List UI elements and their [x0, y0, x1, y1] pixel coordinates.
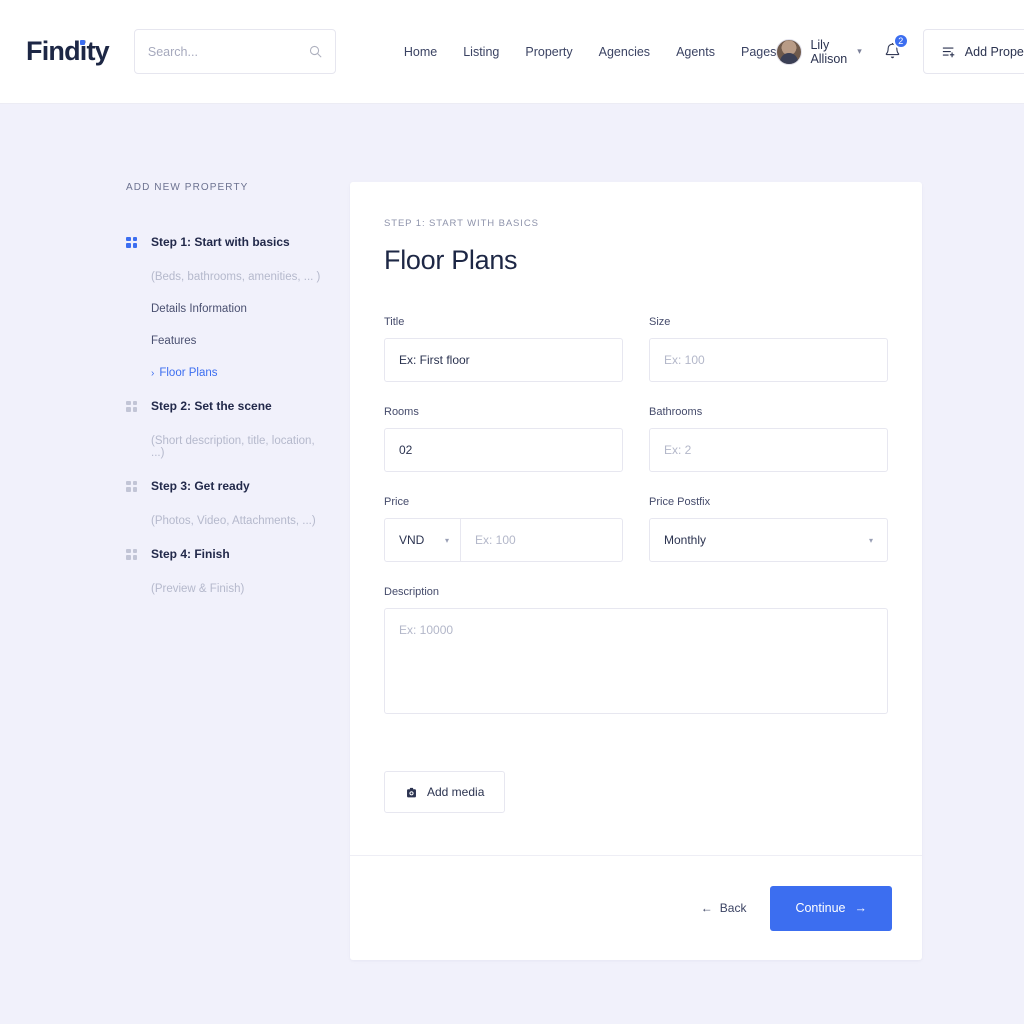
field-title-label: Title [384, 316, 623, 328]
sidebar-step-3-header[interactable]: Step 3: Get ready [126, 479, 326, 493]
form-row-2: Rooms Bathrooms [384, 406, 888, 472]
sidebar-item-features[interactable]: Features [151, 335, 326, 347]
field-bathrooms: Bathrooms [649, 406, 888, 472]
rooms-input[interactable] [384, 428, 623, 472]
sidebar-step-2: Step 2: Set the scene (Short description… [126, 399, 326, 459]
field-size-label: Size [649, 316, 888, 328]
form-row-4: Description [384, 586, 888, 719]
page-body: ADD NEW PROPERTY Step 1: Start with basi… [0, 104, 1024, 960]
sidebar-step-3: Step 3: Get ready (Photos, Video, Attach… [126, 479, 326, 527]
back-label: Back [720, 901, 747, 915]
search-icon [309, 45, 322, 58]
sidebar-step-2-label: Step 2: Set the scene [151, 399, 272, 413]
grid-icon [126, 237, 137, 248]
back-arrow-icon: ← [701, 901, 713, 915]
price-postfix-select[interactable]: Monthly ▾ [649, 518, 888, 562]
continue-button[interactable]: Continue → [770, 886, 892, 931]
floor-plans-card: STEP 1: START WITH BASICS Floor Plans Ti… [350, 182, 922, 960]
currency-select[interactable]: VND ▾ [385, 519, 461, 561]
search-input[interactable] [148, 45, 309, 59]
size-input[interactable] [649, 338, 888, 382]
field-price-postfix-label: Price Postfix [649, 496, 888, 508]
header-actions: Lily Allison ▾ 2 Add Property [776, 29, 1024, 74]
price-input[interactable] [461, 519, 622, 561]
forward-arrow-icon: → [855, 901, 868, 915]
camera-icon [405, 786, 418, 799]
notification-badge: 2 [893, 33, 909, 49]
sidebar-step-2-header[interactable]: Step 2: Set the scene [126, 399, 326, 413]
field-rooms: Rooms [384, 406, 623, 472]
form-row-3: Price VND ▾ Price Postfix Monthly ▾ [384, 496, 888, 562]
top-header: Findity Home Listing Property Agencies A… [0, 0, 1024, 104]
user-menu[interactable]: Lily Allison ▾ [776, 38, 861, 66]
back-button[interactable]: ← Back [701, 901, 747, 915]
price-postfix-value: Monthly [664, 533, 706, 547]
sidebar-step-4-label: Step 4: Finish [151, 547, 230, 561]
add-property-button[interactable]: Add Property [923, 29, 1024, 74]
field-title: Title [384, 316, 623, 382]
bathrooms-input[interactable] [649, 428, 888, 472]
sidebar-step-4: Step 4: Finish (Preview & Finish) [126, 547, 326, 595]
field-price-postfix: Price Postfix Monthly ▾ [649, 496, 888, 562]
brand-logo-text: Findity [26, 36, 109, 66]
field-rooms-label: Rooms [384, 406, 623, 418]
form-row-1: Title Size [384, 316, 888, 382]
sidebar-step-1-header[interactable]: Step 1: Start with basics [126, 235, 326, 249]
add-property-label: Add Property [965, 45, 1024, 59]
add-media-label: Add media [427, 785, 484, 799]
sidebar-step-1: Step 1: Start with basics (Beds, bathroo… [126, 235, 326, 379]
currency-value: VND [399, 533, 424, 547]
sidebar-step-2-hint: (Short description, title, location, ...… [151, 435, 326, 459]
user-name: Lily Allison [810, 38, 847, 66]
add-media-button[interactable]: Add media [384, 771, 505, 813]
sidebar-item-details[interactable]: Details Information [151, 303, 326, 315]
sidebar-item-floor-plans[interactable]: › Floor Plans [151, 367, 326, 379]
field-price-label: Price [384, 496, 623, 508]
grid-icon [126, 549, 137, 560]
logo-dot-icon [80, 40, 85, 45]
price-compound: VND ▾ [384, 518, 623, 562]
sidebar-step-4-header[interactable]: Step 4: Finish [126, 547, 326, 561]
chevron-down-icon: ▾ [869, 536, 873, 545]
avatar [776, 39, 802, 65]
sidebar-step-3-label: Step 3: Get ready [151, 479, 250, 493]
notifications-button[interactable]: 2 [884, 42, 901, 61]
sidebar-step-3-hint: (Photos, Video, Attachments, ...) [151, 515, 326, 527]
continue-label: Continue [795, 901, 845, 915]
brand-logo[interactable]: Findity [26, 36, 109, 67]
nav-item-agents[interactable]: Agents [676, 45, 715, 59]
main-navigation: Home Listing Property Agencies Agents Pa… [404, 45, 777, 59]
grid-icon [126, 401, 137, 412]
sidebar-title: ADD NEW PROPERTY [126, 182, 326, 193]
field-price: Price VND ▾ [384, 496, 623, 562]
sidebar-step-1-label: Step 1: Start with basics [151, 235, 290, 249]
description-textarea[interactable] [384, 608, 888, 714]
card-eyebrow: STEP 1: START WITH BASICS [384, 218, 888, 229]
search-box[interactable] [134, 29, 336, 74]
title-input[interactable] [384, 338, 623, 382]
grid-icon [126, 481, 137, 492]
sidebar-item-floor-plans-label: Floor Plans [159, 367, 217, 379]
sidebar-step-1-hint: (Beds, bathrooms, amenities, ... ) [151, 271, 326, 283]
nav-item-agencies[interactable]: Agencies [599, 45, 650, 59]
nav-item-home[interactable]: Home [404, 45, 437, 59]
card-footer: ← Back Continue → [350, 855, 922, 960]
nav-item-property[interactable]: Property [525, 45, 572, 59]
chevron-right-icon: › [151, 368, 154, 379]
wizard-sidebar: ADD NEW PROPERTY Step 1: Start with basi… [126, 182, 326, 960]
chevron-down-icon: ▾ [445, 536, 449, 545]
nav-item-pages[interactable]: Pages [741, 45, 776, 59]
field-description: Description [384, 586, 888, 719]
nav-item-listing[interactable]: Listing [463, 45, 499, 59]
sidebar-step-4-hint: (Preview & Finish) [151, 583, 326, 595]
chevron-down-icon: ▾ [857, 46, 862, 57]
add-property-icon [942, 45, 956, 59]
field-bathrooms-label: Bathrooms [649, 406, 888, 418]
card-content: STEP 1: START WITH BASICS Floor Plans Ti… [350, 182, 922, 855]
field-description-label: Description [384, 586, 888, 598]
field-size: Size [649, 316, 888, 382]
page-title: Floor Plans [384, 245, 888, 276]
